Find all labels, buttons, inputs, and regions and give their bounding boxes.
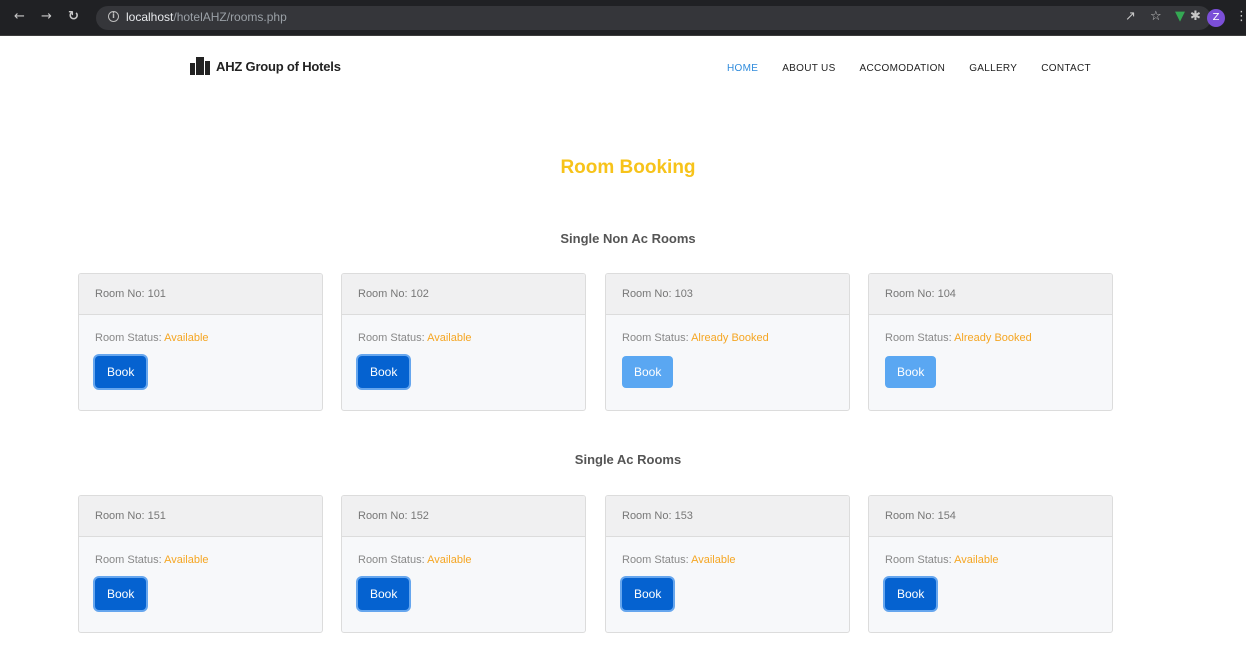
book-button[interactable]: Book <box>95 578 147 610</box>
room-card: Room No: 102 Room Status: Available Book <box>341 273 586 411</box>
room-status: Room Status: Available <box>358 332 472 344</box>
nav-about-us[interactable]: ABOUT US <box>782 63 835 74</box>
extensions-puzzle-icon[interactable]: ✱ <box>1190 9 1201 25</box>
nav-home[interactable]: HOME <box>727 63 758 74</box>
book-button[interactable]: Book <box>95 356 147 388</box>
profile-avatar[interactable]: Z <box>1207 9 1225 27</box>
nav-gallery[interactable]: GALLERY <box>969 63 1017 74</box>
nav-accomodation[interactable]: ACCOMODATION <box>860 63 946 74</box>
browser-toolbar: ← → ↻ i localhost/hotelAHZ/rooms.php ↗ ☆… <box>0 0 1246 36</box>
book-button[interactable]: Book <box>622 578 674 610</box>
room-number: Room No: 153 <box>606 496 849 537</box>
room-number: Room No: 102 <box>342 274 585 315</box>
book-button-disabled[interactable]: Book <box>622 356 674 388</box>
book-button-disabled[interactable]: Book <box>885 356 937 388</box>
reload-icon[interactable]: ↻ <box>68 9 79 25</box>
room-card: Room No: 101 Room Status: Available Book <box>78 273 323 411</box>
hotel-building-icon <box>190 57 210 75</box>
room-status: Room Status: Available <box>358 554 472 566</box>
section-title: Single Non Ac Rooms <box>560 231 696 246</box>
book-button[interactable]: Book <box>358 578 410 610</box>
room-card: Room No: 104 Room Status: Already Booked… <box>868 273 1113 411</box>
room-number: Room No: 152 <box>342 496 585 537</box>
bookmark-star-icon[interactable]: ☆ <box>1150 9 1162 25</box>
main-nav: HOME ABOUT US ACCOMODATION GALLERY CONTA… <box>727 63 1115 74</box>
address-bar[interactable]: i localhost/hotelAHZ/rooms.php <box>96 6 1211 30</box>
room-status: Room Status: Available <box>885 554 999 566</box>
room-number: Room No: 101 <box>79 274 322 315</box>
brand-name: AHZ Group of Hotels <box>216 58 341 74</box>
book-button[interactable]: Book <box>358 356 410 388</box>
menu-kebab-icon[interactable]: ⋮ <box>1235 9 1246 25</box>
url-text[interactable]: localhost/hotelAHZ/rooms.php <box>126 10 287 24</box>
book-button[interactable]: Book <box>885 578 937 610</box>
room-number: Room No: 104 <box>869 274 1112 315</box>
forward-arrow-icon[interactable]: → <box>41 9 52 25</box>
info-icon[interactable]: i <box>108 11 119 22</box>
back-arrow-icon[interactable]: ← <box>14 9 25 25</box>
room-number: Room No: 103 <box>606 274 849 315</box>
room-status: Room Status: Available <box>622 554 736 566</box>
room-status: Room Status: Available <box>95 332 209 344</box>
page-title: Room Booking <box>560 157 696 178</box>
room-card: Room No: 103 Room Status: Already Booked… <box>605 273 850 411</box>
room-status: Room Status: Already Booked <box>622 332 769 344</box>
room-card: Room No: 152 Room Status: Available Book <box>341 495 586 633</box>
room-card: Room No: 153 Room Status: Available Book <box>605 495 850 633</box>
shield-extension-icon[interactable]: ▼ <box>1175 9 1185 25</box>
share-icon[interactable]: ↗ <box>1125 9 1136 25</box>
room-card: Room No: 154 Room Status: Available Book <box>868 495 1113 633</box>
room-status: Room Status: Available <box>95 554 209 566</box>
room-number: Room No: 151 <box>79 496 322 537</box>
site-logo[interactable]: AHZ Group of Hotels <box>190 57 341 75</box>
nav-contact[interactable]: CONTACT <box>1041 63 1091 74</box>
room-status: Room Status: Already Booked <box>885 332 1032 344</box>
room-number: Room No: 154 <box>869 496 1112 537</box>
room-card: Room No: 151 Room Status: Available Book <box>78 495 323 633</box>
section-title: Single Ac Rooms <box>574 452 682 467</box>
